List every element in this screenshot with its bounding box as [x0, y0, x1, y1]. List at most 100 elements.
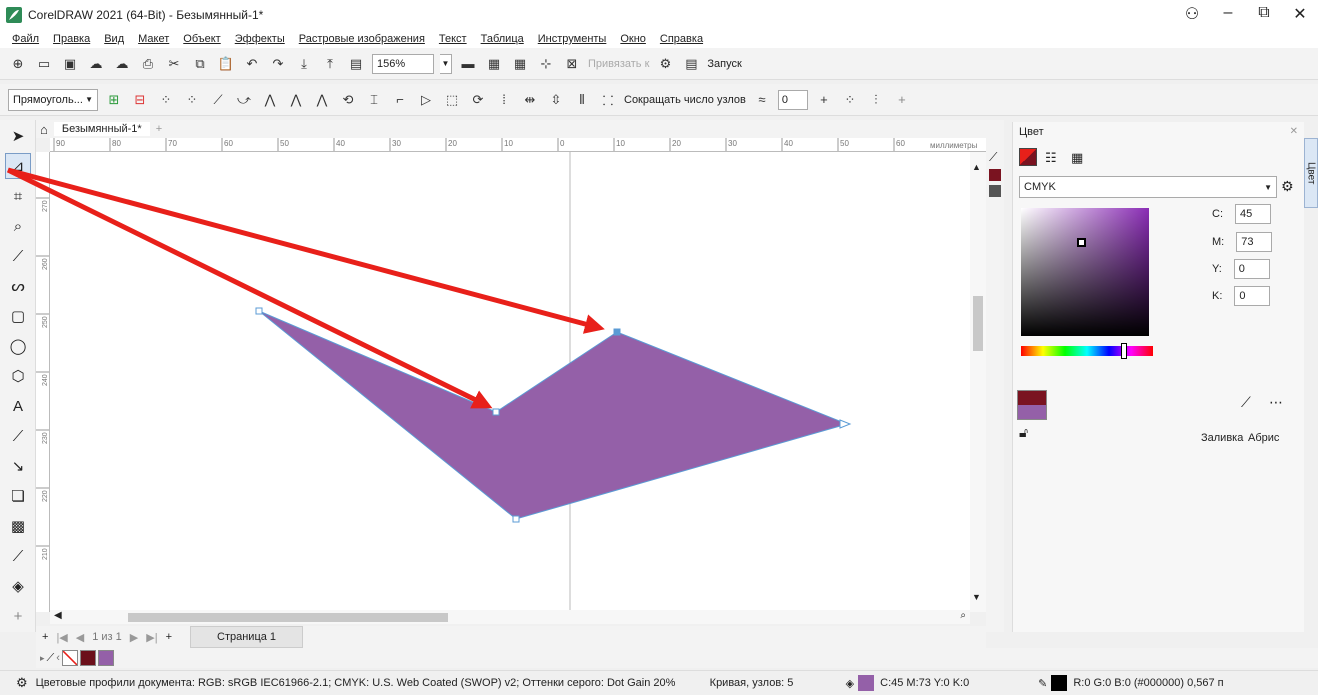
- eyedropper-tool-icon[interactable]: ⟋: [5, 543, 31, 569]
- corner-scale-icon[interactable]: ⫶: [866, 90, 886, 110]
- outline-color-swatch[interactable]: [1051, 675, 1068, 691]
- cusp-node-icon[interactable]: ⋀: [260, 90, 280, 110]
- color-options-gear-icon[interactable]: ⚙: [1281, 178, 1294, 195]
- freehand-tool-icon[interactable]: ⟋: [5, 243, 31, 269]
- menu-file[interactable]: Файл: [12, 33, 39, 45]
- launch-icon[interactable]: ▤: [681, 54, 701, 74]
- prev-page-icon[interactable]: ◀: [76, 631, 84, 644]
- pdf-icon[interactable]: ▤: [346, 54, 366, 74]
- horizontal-scroll-thumb[interactable]: [128, 613, 448, 622]
- last-page-icon[interactable]: ▶|: [146, 631, 157, 644]
- to-curve-icon[interactable]: ⤻: [234, 90, 254, 110]
- join-nodes-icon[interactable]: ⁘: [156, 90, 176, 110]
- menu-object[interactable]: Объект: [183, 33, 220, 45]
- vertical-scroll-thumb[interactable]: [973, 296, 983, 351]
- reduce-nodes-button[interactable]: Сокращать число узлов: [624, 94, 746, 106]
- stretch-nodes-icon[interactable]: ⬚: [442, 90, 462, 110]
- zoom-input[interactable]: 156%: [372, 53, 434, 74]
- fill-color-swatch[interactable]: [858, 675, 875, 691]
- palette-expand-icon[interactable]: ▸: [40, 653, 45, 664]
- interactive-fill-icon[interactable]: ◈: [5, 573, 31, 599]
- menu-text[interactable]: Текст: [439, 33, 467, 45]
- transparency-tool-icon[interactable]: ▩: [5, 513, 31, 539]
- options-gear-icon[interactable]: ⚙: [655, 54, 675, 74]
- text-tool-icon[interactable]: A: [5, 393, 31, 419]
- color-picker-square[interactable]: [1021, 208, 1149, 336]
- color-picker-handle[interactable]: [1077, 238, 1086, 247]
- zoom-dropdown-icon[interactable]: ▼: [440, 53, 452, 74]
- add-icon[interactable]: +: [814, 90, 834, 110]
- import-icon[interactable]: ⤓: [294, 54, 314, 74]
- copy-icon[interactable]: ⧉: [190, 54, 210, 74]
- eyedropper-icon[interactable]: ⟋: [1241, 394, 1251, 411]
- launch-button[interactable]: Запуск: [707, 58, 741, 70]
- docker-eyedropper-icon[interactable]: ⟋: [989, 150, 1004, 165]
- export-icon[interactable]: ⤒: [320, 54, 340, 74]
- menu-view[interactable]: Вид: [104, 33, 124, 45]
- fill-button[interactable]: Заливка: [1201, 432, 1243, 444]
- node-handle[interactable]: [492, 408, 500, 416]
- account-icon[interactable]: ⚇: [1180, 4, 1204, 24]
- paste-icon[interactable]: 📋: [216, 54, 236, 74]
- snap-to-label[interactable]: Привязать к: [588, 58, 649, 70]
- next-page-icon[interactable]: ▶: [130, 631, 138, 644]
- purple-swatch[interactable]: [97, 650, 114, 666]
- open-icon[interactable]: ▭: [34, 54, 54, 74]
- zoom-tool-icon[interactable]: ⌕: [5, 213, 31, 239]
- menu-table[interactable]: Таблица: [481, 33, 524, 45]
- add-tool-icon[interactable]: +: [5, 603, 31, 629]
- close-button[interactable]: ✕: [1288, 4, 1312, 24]
- ellipse-tool-icon[interactable]: ◯: [5, 333, 31, 359]
- smoothing-input[interactable]: 0: [777, 89, 808, 110]
- print-icon[interactable]: ⎙: [138, 54, 158, 74]
- shape-close-icon[interactable]: ▷: [416, 90, 436, 110]
- cyan-input[interactable]: 45: [1235, 204, 1271, 224]
- redo-icon[interactable]: ↷: [268, 54, 288, 74]
- first-page-icon[interactable]: |◀: [56, 631, 67, 644]
- node-handle[interactable]: [255, 307, 263, 315]
- reflect-v-icon[interactable]: ⇳: [546, 90, 566, 110]
- snap-off-icon[interactable]: ⊠: [562, 54, 582, 74]
- dark-red-swatch[interactable]: [79, 650, 96, 666]
- show-grid-icon[interactable]: ▦: [510, 54, 530, 74]
- outline-pen-icon[interactable]: ✎: [1038, 677, 1047, 690]
- hue-slider-handle[interactable]: [1121, 343, 1127, 359]
- vertical-scrollbar[interactable]: ▲ ▼: [970, 152, 986, 612]
- yellow-input[interactable]: 0: [1233, 259, 1270, 279]
- rotate-nodes-icon[interactable]: ⟳: [468, 90, 488, 110]
- show-rulers-icon[interactable]: ▦: [484, 54, 504, 74]
- menu-layout[interactable]: Макет: [138, 33, 169, 45]
- color-palettes-icon[interactable]: ▦: [1071, 150, 1083, 166]
- tab-page-1[interactable]: Страница 1: [190, 626, 304, 648]
- align-nodes-icon[interactable]: ⁞: [494, 90, 514, 110]
- node-handle[interactable]: [512, 515, 520, 523]
- docker-close-icon[interactable]: ✕: [1290, 126, 1298, 137]
- tab-document[interactable]: Безымянный-1*: [53, 122, 150, 136]
- new-document-icon[interactable]: ⊕: [8, 54, 28, 74]
- undo-icon[interactable]: ↶: [242, 54, 262, 74]
- node-handle-start[interactable]: [839, 419, 852, 429]
- menu-help[interactable]: Справка: [660, 33, 703, 45]
- parallel-dimension-icon[interactable]: ⟋: [5, 423, 31, 449]
- extend-curve-icon[interactable]: ⌶: [364, 90, 384, 110]
- black-input[interactable]: 0: [1234, 286, 1271, 306]
- docker-dark-swatch[interactable]: [989, 185, 1001, 197]
- symmetric-node-icon[interactable]: ⋀: [312, 90, 332, 110]
- save-icon[interactable]: ▣: [60, 54, 80, 74]
- add-node-icon[interactable]: ⊞: [104, 90, 124, 110]
- side-tab-color[interactable]: Цвет: [1304, 138, 1318, 208]
- palette-scroll-icon[interactable]: ‹: [56, 652, 60, 664]
- menu-window[interactable]: Окно: [620, 33, 646, 45]
- delete-node-icon[interactable]: ⊟: [130, 90, 150, 110]
- restore-button[interactable]: ⧉: [1252, 4, 1276, 24]
- minimize-button[interactable]: –: [1216, 4, 1240, 24]
- pick-tool-icon[interactable]: ➤: [5, 123, 31, 149]
- color-viewer-icon[interactable]: [1019, 148, 1037, 166]
- lock-icon[interactable]: 🔓︎: [1019, 424, 1028, 441]
- add-page-after-icon[interactable]: +: [166, 631, 172, 643]
- more-options-icon[interactable]: ⋯: [1269, 394, 1283, 411]
- shape-tool-icon[interactable]: ⊿: [5, 153, 31, 179]
- connector-tool-icon[interactable]: ↘: [5, 453, 31, 479]
- close-curve-icon[interactable]: ⌐: [390, 90, 410, 110]
- color-profiles-text[interactable]: Цветовые профили документа: RGB: sRGB IE…: [36, 677, 696, 689]
